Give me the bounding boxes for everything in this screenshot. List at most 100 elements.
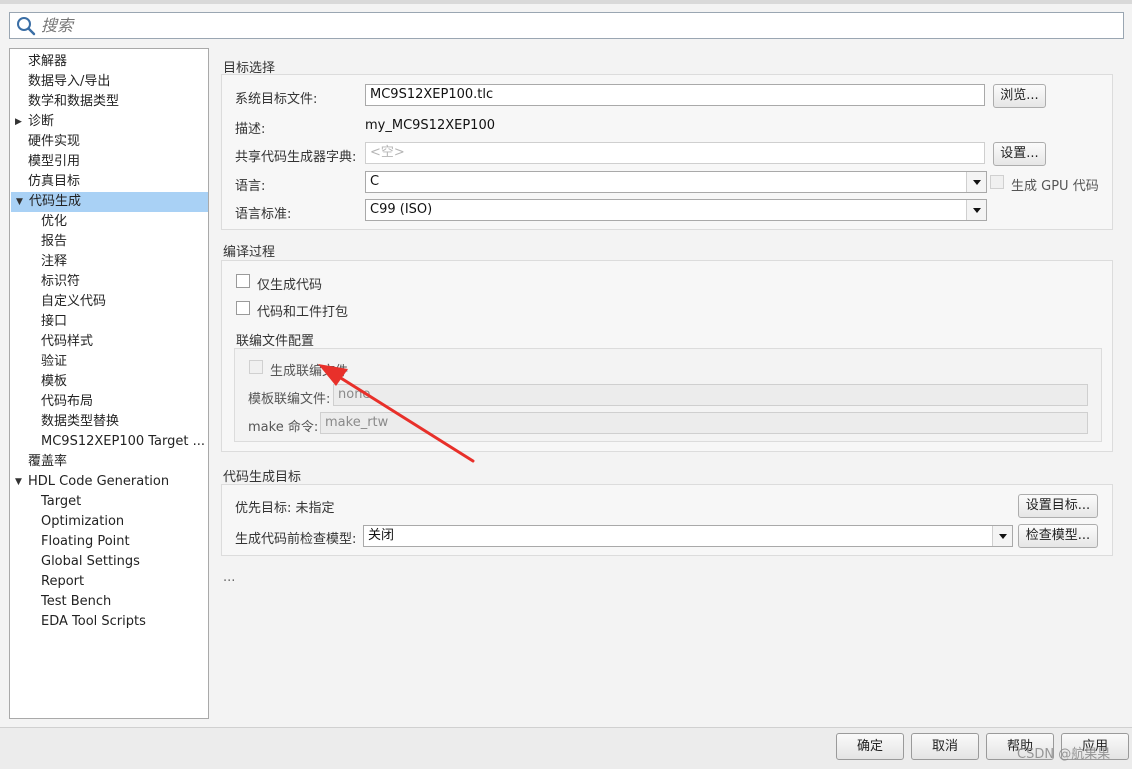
tree-item-label: 报告 (41, 234, 68, 249)
cancel-button[interactable]: 取消 (911, 733, 979, 760)
description-value: my_MC9S12XEP100 (365, 118, 495, 133)
tree-item-label: Report (41, 574, 85, 589)
tree-item[interactable]: Target (10, 492, 208, 512)
tree-item[interactable]: MC9S12XEP100 Target ... (10, 432, 208, 452)
tree-item[interactable]: Report (10, 572, 208, 592)
chevron-down-icon[interactable] (966, 200, 986, 220)
tree-item-label: EDA Tool Scripts (41, 614, 146, 629)
chevron-down-icon[interactable] (992, 526, 1012, 546)
tree-item-label: Global Settings (41, 554, 140, 569)
tree-item[interactable]: 模型引用 (10, 152, 208, 172)
language-label: 语言: (235, 179, 266, 194)
search-bar[interactable] (9, 12, 1124, 39)
tree-item[interactable]: Test Bench (10, 592, 208, 612)
build-process-group: 仅生成代码 代码和工件打包 联编文件配置 生成联编文件 模板联编文件: none… (221, 260, 1113, 452)
expand-down-icon[interactable]: ▼ (16, 192, 23, 212)
tree-item-label: 代码生成 (29, 194, 82, 209)
tree-item-label: Optimization (41, 514, 125, 529)
description-label: 描述: (235, 122, 266, 137)
tree-item[interactable]: 优化 (10, 212, 208, 232)
tree-item-label: 模型引用 (28, 154, 81, 169)
package-artifacts-label: 代码和工件打包 (257, 305, 349, 320)
dictionary-settings-button[interactable]: 设置... (993, 142, 1046, 166)
browse-button[interactable]: 浏览... (993, 84, 1046, 108)
check-model-select[interactable]: 关闭 (363, 525, 1013, 547)
tree-item-label: MC9S12XEP100 Target ... (41, 434, 206, 449)
tree-item[interactable]: EDA Tool Scripts (10, 612, 208, 632)
tree-item[interactable]: 数学和数据类型 (10, 92, 208, 112)
tree-item-label: 数学和数据类型 (28, 94, 120, 109)
check-model-label: 生成代码前检查模型: (235, 532, 357, 547)
tree-item[interactable]: 注释 (10, 252, 208, 272)
gpu-code-checkbox (990, 175, 1004, 189)
tree-item-label: 模板 (41, 374, 68, 389)
expand-down-icon[interactable]: ▼ (15, 472, 22, 492)
tree-item-label: Floating Point (41, 534, 130, 549)
set-objectives-button[interactable]: 设置目标... (1018, 494, 1098, 518)
tree-item-label: 注释 (41, 254, 68, 269)
search-input[interactable] (41, 16, 1041, 35)
tree-item[interactable]: 仿真目标 (10, 172, 208, 192)
tree-item-label: 优化 (41, 214, 68, 229)
tree-item[interactable]: Optimization (10, 512, 208, 532)
build-process-title: 编译过程 (223, 245, 276, 260)
make-command-field: make_rtw (320, 412, 1088, 434)
makefile-config-group: 生成联编文件 模板联编文件: none make 命令: make_rtw (234, 348, 1102, 442)
template-makefile-field: none (333, 384, 1088, 406)
tree-item[interactable]: 代码样式 (10, 332, 208, 352)
tree-item[interactable]: Floating Point (10, 532, 208, 552)
check-model-button[interactable]: 检查模型... (1018, 524, 1098, 548)
check-model-value: 关闭 (368, 528, 395, 543)
tree-item[interactable]: 求解器 (10, 52, 208, 72)
makefile-config-title: 联编文件配置 (236, 334, 315, 349)
tree-item-label: 代码布局 (41, 394, 94, 409)
settings-pane: 目标选择 系统目标文件: MC9S12XEP100.tlc 浏览... 描述: … (221, 48, 1121, 728)
generate-makefile-checkbox (249, 360, 263, 374)
tree-item[interactable]: 数据类型替换 (10, 412, 208, 432)
chevron-down-icon[interactable] (966, 172, 986, 192)
system-target-field[interactable]: MC9S12XEP100.tlc (365, 84, 985, 106)
priority-objective-label: 优先目标: 未指定 (235, 501, 335, 516)
language-select[interactable]: C (365, 171, 987, 193)
tree-item-label: 验证 (41, 354, 68, 369)
tree-item-label: HDL Code Generation (28, 474, 170, 489)
tree-item[interactable]: Global Settings (10, 552, 208, 572)
expand-right-icon[interactable]: ▶ (15, 112, 22, 132)
generate-code-only-checkbox[interactable] (236, 274, 250, 288)
tree-item[interactable]: 报告 (10, 232, 208, 252)
ok-button[interactable]: 确定 (836, 733, 904, 760)
tree-item[interactable]: 硬件实现 (10, 132, 208, 152)
tree-item[interactable]: ▼ HDL Code Generation (10, 472, 208, 492)
tree-item[interactable]: 代码布局 (10, 392, 208, 412)
tree-item[interactable]: 数据导入/导出 (10, 72, 208, 92)
tree-item[interactable]: 接口 (10, 312, 208, 332)
tree-item[interactable]: ▶ 诊断 (10, 112, 208, 132)
tree-item[interactable]: ▼ 代码生成 (11, 192, 208, 212)
language-value: C (370, 174, 380, 189)
tree-item-label: 仿真目标 (28, 174, 81, 189)
make-command-label: make 命令: (248, 420, 319, 435)
target-selection-group: 系统目标文件: MC9S12XEP100.tlc 浏览... 描述: my_MC… (221, 74, 1113, 230)
generate-code-only-label: 仅生成代码 (257, 278, 323, 293)
tree-item[interactable]: 模板 (10, 372, 208, 392)
tree-item-label: 数据类型替换 (41, 414, 120, 429)
tree-item[interactable]: 自定义代码 (10, 292, 208, 312)
tree-item-label: 自定义代码 (41, 294, 107, 309)
package-artifacts-checkbox[interactable] (236, 301, 250, 315)
system-target-label: 系统目标文件: (235, 92, 318, 107)
watermark: CSDN @航果果 (1017, 747, 1111, 762)
tree-item[interactable]: 覆盖率 (10, 452, 208, 472)
code-objectives-group: 优先目标: 未指定 设置目标... 生成代码前检查模型: 关闭 检查模型... (221, 484, 1113, 556)
tree-item-label: 代码样式 (41, 334, 94, 349)
language-standard-select[interactable]: C99 (ISO) (365, 199, 987, 221)
tree-item-label: 求解器 (28, 54, 68, 69)
tree-item-label: 数据导入/导出 (28, 74, 111, 89)
category-tree: 求解器数据导入/导出 数学和数据类型 ▶ 诊断 硬件实现模型引用仿真目标 ▼ 代码生成优化报… (9, 48, 209, 719)
code-objectives-title: 代码生成目标 (223, 470, 302, 485)
tree-item-label: 覆盖率 (28, 454, 68, 469)
tree-item-label: Target (41, 494, 82, 509)
tree-item[interactable]: 标识符 (10, 272, 208, 292)
tree-item-label: 标识符 (41, 274, 81, 289)
dictionary-field[interactable]: <空> (365, 142, 985, 164)
tree-item[interactable]: 验证 (10, 352, 208, 372)
